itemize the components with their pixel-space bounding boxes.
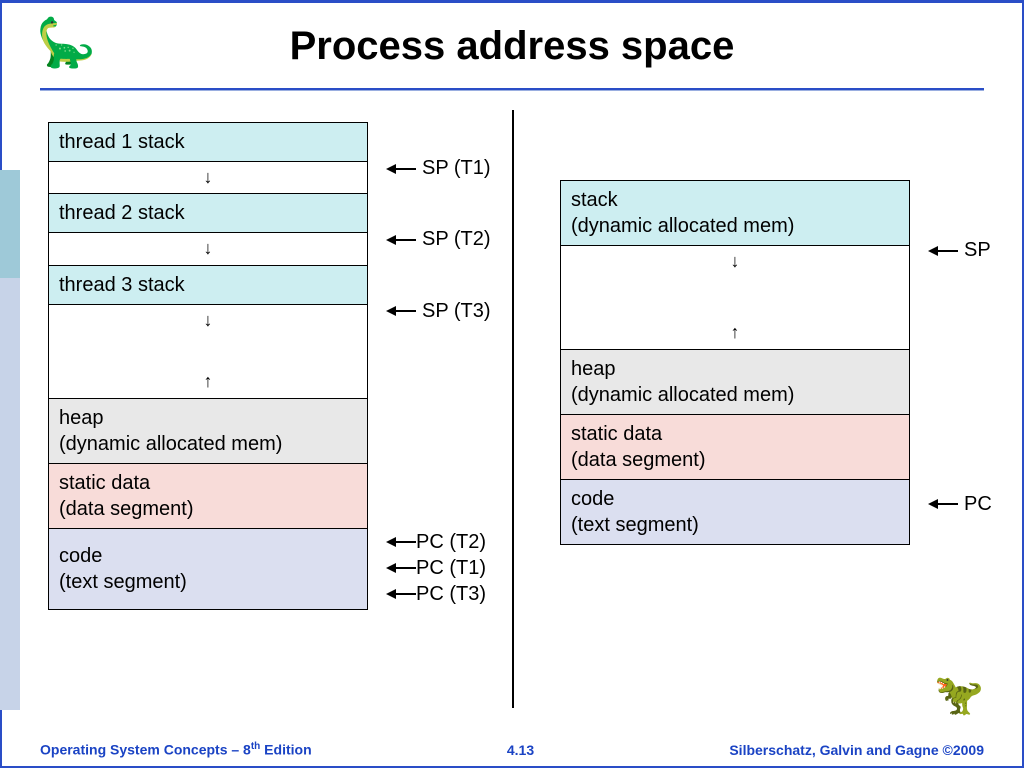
sp-pointer-r: SP — [928, 239, 991, 262]
thread3-stack: thread 3 stack — [48, 265, 368, 304]
vertical-divider — [512, 110, 514, 708]
heap-growth — [48, 366, 368, 397]
slide-title: Process address space — [0, 24, 1024, 69]
heap-segment-r: heap(dynamic allocated mem) — [560, 349, 910, 414]
static-data-segment: static data(data segment) — [48, 463, 368, 528]
right-diagram: stack(dynamic allocated mem) SP heap(dyn… — [560, 180, 970, 545]
heap-segment: heap(dynamic allocated mem) — [48, 398, 368, 463]
thread2-stack: thread 2 stack — [48, 193, 368, 232]
pc-t3-pointer: PC (T3) — [386, 584, 486, 604]
left-diagram: thread 1 stack SP (T1) thread 2 stack SP… — [48, 122, 508, 610]
pc-t2-pointer: PC (T2) — [386, 532, 486, 552]
side-accent — [0, 170, 20, 710]
code-segment-r: code(text segment) — [560, 479, 910, 545]
free-space-r — [560, 277, 910, 317]
stack-segment-r: stack(dynamic allocated mem) — [560, 180, 910, 245]
footer-page-number: 4.13 — [507, 742, 534, 758]
pc-pointer-r: PC — [928, 493, 992, 516]
static-data-segment-r: static data(data segment) — [560, 414, 910, 479]
heap-growth-r — [560, 317, 910, 348]
footer-right: Silberschatz, Galvin and Gagne ©2009 — [729, 742, 984, 758]
footer-left: Operating System Concepts – 8th Edition — [40, 741, 312, 758]
code-segment: code(text segment) — [48, 528, 368, 610]
thread2-growth — [48, 232, 368, 264]
sp-t2-pointer: SP (T2) — [386, 228, 491, 251]
stack-growth-r — [560, 245, 910, 277]
title-rule — [40, 88, 984, 91]
diagram-area: thread 1 stack SP (T1) thread 2 stack SP… — [40, 110, 984, 708]
sp-t3-pointer: SP (T3) — [386, 300, 491, 323]
thread1-stack: thread 1 stack — [48, 122, 368, 161]
footer: Operating System Concepts – 8th Edition … — [40, 741, 984, 758]
pc-t1-pointer: PC (T1) — [386, 558, 486, 578]
sp-t1-pointer: SP (T1) — [386, 157, 491, 180]
free-space — [48, 336, 368, 366]
thread1-growth — [48, 161, 368, 193]
thread3-growth — [48, 304, 368, 336]
